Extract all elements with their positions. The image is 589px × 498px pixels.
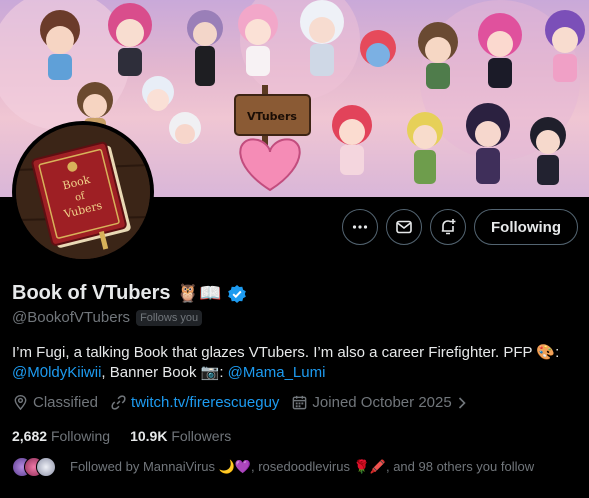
follows-you-badge: Follows you <box>136 309 203 326</box>
notify-button[interactable] <box>430 209 467 245</box>
followers-count: 10.9K <box>130 428 168 444</box>
more-dots-icon <box>352 225 368 229</box>
name-emoji: 🦉📖 <box>176 283 222 303</box>
followed-by-avatars <box>12 457 60 477</box>
bio-line-1: I’m Fugi, a talking Book that glazes VTu… <box>12 344 560 361</box>
display-name-row: Book of VTubers 🦉📖 <box>12 282 247 305</box>
website: twitch.tv/firerescueguy <box>110 394 279 411</box>
followed-by[interactable]: Followed by MannaiVirus 🌙💜, rosedoodlevi… <box>12 457 534 477</box>
following-button[interactable]: Following <box>474 209 578 245</box>
location: Classified <box>12 394 98 411</box>
followers-label: Followers <box>171 428 232 444</box>
location-text: Classified <box>33 394 99 411</box>
avatar <box>36 457 56 477</box>
envelope-icon <box>396 220 412 234</box>
book-icon: Book of Vubers <box>16 125 150 259</box>
verified-badge-icon[interactable] <box>227 284 247 304</box>
following-stat[interactable]: 2,682 Following <box>12 428 110 444</box>
calendar-icon <box>293 395 307 410</box>
handle-row: @BookofVTubers Follows you <box>12 309 203 326</box>
sign-text: VTubers <box>247 110 297 123</box>
bell-plus-icon <box>441 219 456 235</box>
message-button[interactable] <box>386 209 423 245</box>
followers-stat[interactable]: 10.9K Followers <box>130 428 231 444</box>
chevron-right-icon <box>458 396 466 409</box>
follow-stats: 2,682 Following 10.9K Followers <box>12 428 231 444</box>
avatar-image: Book of Vubers <box>16 125 150 259</box>
following-label: Following <box>50 428 111 444</box>
link-icon <box>111 395 126 410</box>
profile-meta: Classified twitch.tv/firerescueguy Joine… <box>12 394 468 411</box>
bio: I’m Fugi, a talking Book that glazes VTu… <box>12 343 580 383</box>
more-button[interactable] <box>342 209 379 245</box>
location-pin-icon <box>14 394 27 411</box>
profile-actions: Following <box>342 209 578 245</box>
bio-mention-banner-artist[interactable]: @Mama_Lumi <box>228 364 326 381</box>
bio-line-2-text: , Banner Book 📷: <box>101 364 228 381</box>
bio-mention-pfp-artist[interactable]: @M0ldyKiiwii <box>12 364 101 381</box>
vtubers-sign: VTubers <box>234 85 311 192</box>
profile-avatar[interactable]: Book of Vubers <box>12 121 154 263</box>
website-link[interactable]: twitch.tv/firerescueguy <box>131 394 279 411</box>
bio-line-2: @M0ldyKiiwii, Banner Book 📷: @Mama_Lumi <box>12 363 580 383</box>
display-name: Book of VTubers <box>12 282 171 304</box>
following-count: 2,682 <box>12 428 48 444</box>
join-date[interactable]: Joined October 2025 <box>291 394 467 411</box>
handle: @BookofVTubers <box>12 309 131 326</box>
followed-by-text: Followed by MannaiVirus 🌙💜, rosedoodlevi… <box>70 459 535 474</box>
join-date-text: Joined October 2025 <box>312 394 452 411</box>
